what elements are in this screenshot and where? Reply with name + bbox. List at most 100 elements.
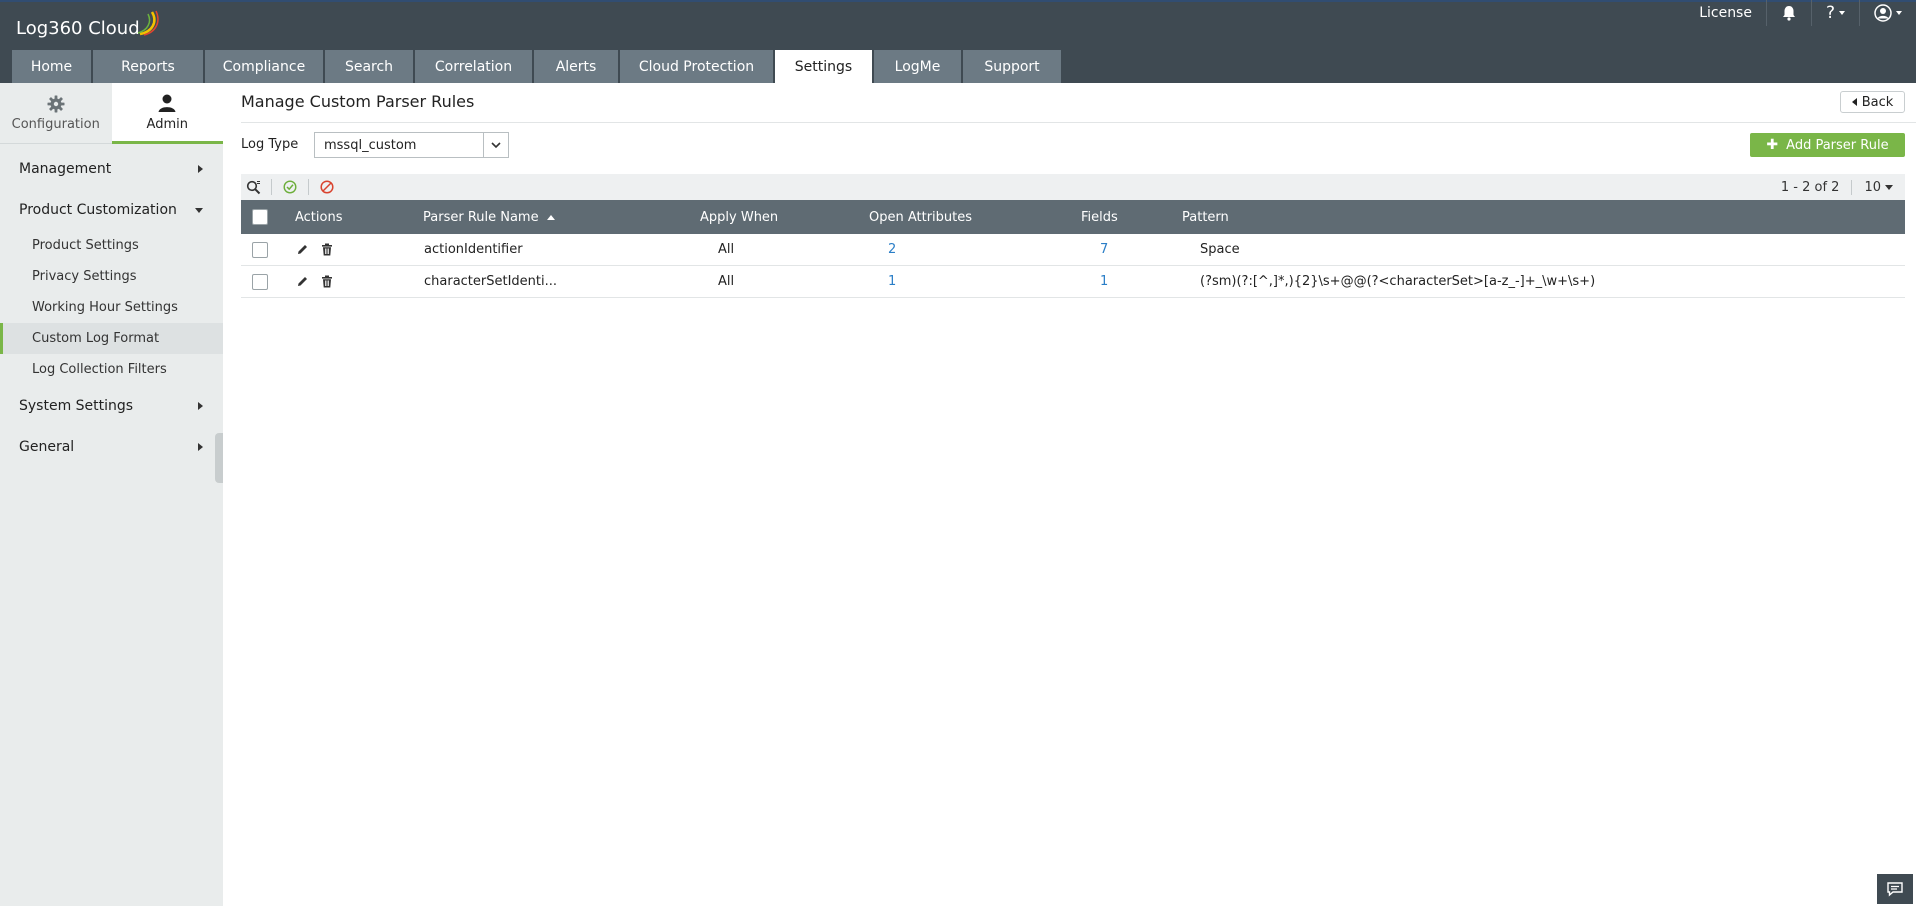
sidebar-item-privacy-settings[interactable]: Privacy Settings [0, 261, 223, 292]
main-nav-tabs: Home Reports Compliance Search Correlati… [12, 50, 1063, 83]
fields-link[interactable]: 1 [1100, 266, 1108, 297]
tab-configuration-label: Configuration [11, 117, 100, 132]
sidebar-group-product-customization[interactable]: Product Customization [0, 189, 223, 230]
parser-rule-name: actionIdentifier [424, 242, 523, 257]
sidebar-menu: Management Product Customization Product… [0, 144, 223, 467]
chevron-down-icon [483, 133, 508, 157]
add-parser-rule-button[interactable]: ✚ Add Parser Rule [1750, 133, 1905, 157]
tab-configuration[interactable]: Configuration [0, 83, 112, 144]
product-logo[interactable]: Log360 Cloud [16, 10, 159, 39]
edit-button[interactable] [296, 266, 309, 297]
open-attributes-link[interactable]: 1 [888, 266, 896, 297]
column-fields[interactable]: Fields [1081, 200, 1118, 234]
help-label: ? [1825, 3, 1835, 23]
select-all-checkbox[interactable] [252, 209, 268, 225]
row-checkbox[interactable] [252, 273, 268, 290]
disable-icon [320, 180, 334, 194]
tab-admin-label: Admin [146, 116, 188, 132]
enable-button[interactable] [278, 174, 302, 200]
add-parser-rule-label: Add Parser Rule [1786, 137, 1889, 153]
page-size-value: 10 [1864, 179, 1881, 195]
column-open-attributes[interactable]: Open Attributes [869, 200, 972, 234]
sidebar-group-general[interactable]: General [0, 426, 223, 467]
disable-button[interactable] [315, 174, 339, 200]
table-row: actionIdentifier All 2 7 Space [241, 234, 1905, 266]
sidebar-item-product-settings[interactable]: Product Settings [0, 230, 223, 261]
sidebar-item-log-collection-filters[interactable]: Log Collection Filters [0, 354, 223, 385]
tab-cloud-protection[interactable]: Cloud Protection [620, 50, 773, 83]
search-filter-button[interactable] [241, 174, 265, 200]
sidebar-group-management[interactable]: Management [0, 148, 223, 189]
sidebar-group-label: System Settings [19, 397, 134, 414]
check-circle-icon [283, 180, 297, 194]
sidebar-group-label: Product Customization [19, 201, 177, 218]
sidebar-collapse-handle[interactable] [215, 433, 223, 483]
column-apply-when[interactable]: Apply When [700, 200, 778, 234]
main-content: Manage Custom Parser Rules Back Log Type… [223, 83, 1916, 906]
user-menu-button[interactable] [1859, 0, 1916, 26]
chevron-right-icon [198, 402, 203, 410]
grid-header: Actions Parser Rule Name Apply When Open… [241, 200, 1905, 234]
header-accent-line [0, 0, 1916, 2]
trash-icon [322, 243, 332, 256]
user-icon [158, 94, 176, 112]
open-attributes-link[interactable]: 2 [888, 234, 896, 265]
sidebar-item-custom-log-format[interactable]: Custom Log Format [0, 323, 223, 354]
gear-icon [47, 95, 65, 113]
edit-button[interactable] [296, 234, 309, 265]
log-type-value: mssql_custom [324, 137, 417, 153]
chevron-down-icon [195, 208, 203, 213]
back-button[interactable]: Back [1840, 91, 1905, 113]
apply-when-value: All [718, 242, 735, 257]
tab-search[interactable]: Search [325, 50, 413, 83]
fields-link[interactable]: 7 [1100, 234, 1108, 265]
chevron-down-icon [1896, 11, 1902, 15]
chevron-left-icon [1851, 98, 1857, 106]
pagination-range: 1 - 2 of 2 [1780, 179, 1840, 195]
tab-settings[interactable]: Settings [775, 50, 872, 83]
tab-admin[interactable]: Admin [111, 83, 223, 144]
help-menu-button[interactable]: ? [1810, 0, 1859, 26]
sidebar-group-system-settings[interactable]: System Settings [0, 385, 223, 426]
delete-button[interactable] [321, 266, 333, 297]
tab-logme[interactable]: LogMe [874, 50, 961, 83]
chat-button[interactable] [1877, 874, 1913, 904]
tab-compliance[interactable]: Compliance [205, 50, 323, 83]
column-parser-rule-name[interactable]: Parser Rule Name [423, 200, 555, 234]
tab-reports[interactable]: Reports [93, 50, 203, 83]
top-header: Log360 Cloud License ? Home Reports Comp… [0, 0, 1916, 83]
tab-home[interactable]: Home [12, 50, 91, 83]
tab-correlation[interactable]: Correlation [415, 50, 532, 83]
parser-rule-name: characterSetIdenti... [424, 274, 558, 289]
tab-alerts[interactable]: Alerts [534, 50, 618, 83]
title-divider [241, 122, 1916, 123]
page-size-select[interactable]: 10 [1851, 179, 1905, 195]
header-utilities: License ? [1685, 0, 1916, 26]
user-avatar-icon [1874, 4, 1892, 22]
sidebar-item-working-hour-settings[interactable]: Working Hour Settings [0, 292, 223, 323]
sidebar-tabs: Configuration Admin [0, 83, 223, 144]
column-pattern[interactable]: Pattern [1182, 200, 1229, 234]
column-actions: Actions [295, 209, 343, 225]
chevron-right-icon [198, 443, 203, 451]
row-checkbox[interactable] [252, 241, 268, 258]
pencil-icon [298, 245, 307, 254]
delete-button[interactable] [321, 234, 333, 265]
pagination: 1 - 2 of 2 10 [1769, 174, 1905, 200]
logo-swirl-icon [137, 10, 159, 36]
page-title: Manage Custom Parser Rules [241, 92, 475, 111]
table-row: characterSetIdenti... All 1 1 (?sm)(?:[^… [241, 266, 1905, 298]
license-link[interactable]: License [1685, 0, 1766, 26]
search-icon [246, 180, 260, 194]
column-label: Parser Rule Name [423, 209, 539, 225]
select-all-cell [252, 200, 268, 234]
pattern-value: Space [1200, 242, 1240, 257]
notifications-button[interactable] [1765, 0, 1811, 26]
pattern-value: (?sm)(?:[^,]*,){2}\s+@@(?<characterSet>[… [1200, 274, 1596, 289]
chevron-right-icon [198, 165, 203, 173]
trash-icon [322, 275, 332, 288]
apply-when-value: All [718, 274, 735, 289]
log-type-label: Log Type [241, 137, 299, 152]
log-type-select[interactable]: mssql_custom [314, 132, 509, 158]
tab-support[interactable]: Support [963, 50, 1061, 83]
